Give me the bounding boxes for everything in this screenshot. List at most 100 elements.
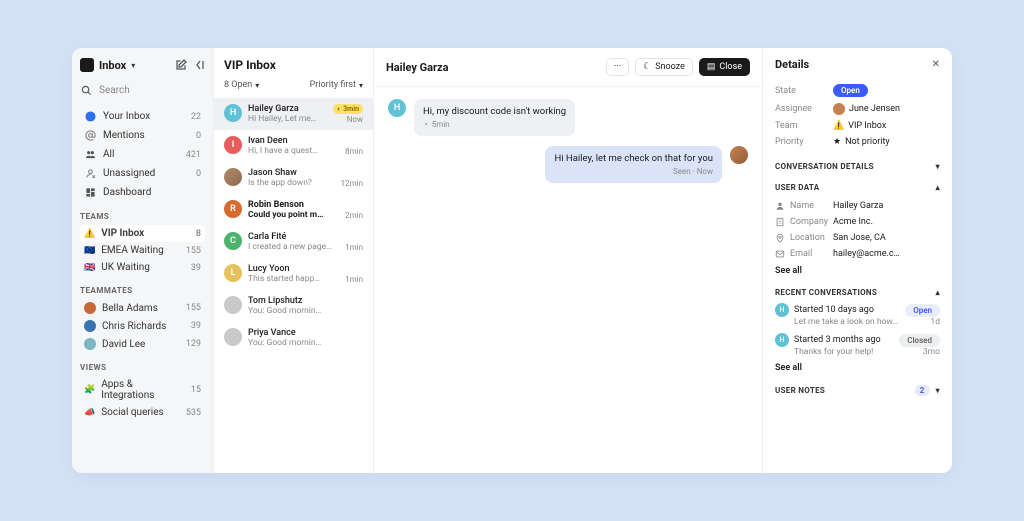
emoji-icon: 🇪🇺 <box>84 246 95 256</box>
conversation-item[interactable]: Priya Vance You: Good mornin… <box>214 322 373 354</box>
priority-value[interactable]: ★Not priority <box>833 137 890 147</box>
chevron-down-icon: ▾ <box>359 81 363 90</box>
sidebar-item[interactable]: 🇬🇧 UK Waiting 39 <box>80 259 205 276</box>
compose-icon[interactable] <box>174 59 187 72</box>
sidebar-item[interactable]: Unassigned 0 <box>80 164 205 183</box>
avatar-icon <box>730 146 748 164</box>
priority-badge: ◐ 3min <box>333 104 363 114</box>
sidebar-views-list: 🧩 Apps & Integrations 15 📣 Social querie… <box>80 376 205 421</box>
sidebar-item[interactable]: Chris Richards 39 <box>80 317 205 335</box>
assignee-value[interactable]: June Jensen <box>833 103 900 115</box>
sidebar-item[interactable]: 🧩 Apps & Integrations 15 <box>80 376 205 404</box>
more-button[interactable]: ··· <box>606 58 629 76</box>
list-title: VIP Inbox <box>214 58 373 80</box>
avatar-icon: H <box>775 333 789 347</box>
team-value[interactable]: ⚠️VIP Inbox <box>833 121 886 131</box>
sidebar-item[interactable]: 📣 Social queries 535 <box>80 404 205 421</box>
message-bubble[interactable]: Hi, my discount code isn't working ◔5min <box>414 99 575 136</box>
dashboard-icon <box>84 186 97 199</box>
message-bubble[interactable]: Hi Hailey, let me check on that for you … <box>545 146 722 183</box>
sidebar-section-teams: TEAMS <box>80 212 205 221</box>
emoji-icon: ⚠️ <box>84 229 95 239</box>
chevron-down-icon: ▾ <box>131 61 135 70</box>
chevron-up-icon: ▴ <box>936 288 940 297</box>
conversation-item[interactable]: L Lucy Yoon This started happ…1min <box>214 258 373 290</box>
state-pill[interactable]: Open <box>833 84 868 97</box>
status-pill: Open <box>905 304 940 317</box>
mail-icon <box>775 249 785 259</box>
people-icon <box>84 148 97 161</box>
conversation-item[interactable]: C Carla Fité I created a new page…1min <box>214 226 373 258</box>
pin-icon <box>775 233 785 243</box>
at-icon <box>84 129 97 142</box>
conversation-main: Hailey Garza ··· ☾Snooze ▤Close H Hi, my… <box>374 48 762 473</box>
app-shell: Inbox ▾ Search Your Inbox 22 Mentions 0 … <box>72 48 952 473</box>
status-pill: Closed <box>899 334 940 347</box>
open-filter[interactable]: 8 Open▾ <box>224 80 259 90</box>
emoji-icon: 🇬🇧 <box>84 263 95 273</box>
section-conversation-details[interactable]: CONVERSATION DETAILS▾ <box>775 162 940 171</box>
sidebar-item[interactable]: Your Inbox 22 <box>80 107 205 126</box>
section-recent[interactable]: RECENT CONVERSATIONS▴ <box>775 288 940 297</box>
avatar-icon <box>224 168 242 186</box>
conversation-item[interactable]: Tom Lipshutz You: Good mornin… <box>214 290 373 322</box>
snooze-button[interactable]: ☾Snooze <box>635 58 693 76</box>
avatar-icon <box>84 320 96 332</box>
sidebar-teammates-list: Bella Adams 155 Chris Richards 39 David … <box>80 299 205 353</box>
chevron-down-icon: ▾ <box>936 162 940 171</box>
avatar-icon: R <box>224 200 242 218</box>
sidebar-item[interactable]: 🇪🇺 EMEA Waiting 155 <box>80 242 205 259</box>
avatar-icon: H <box>388 99 406 117</box>
conversation-item[interactable]: H Hailey Garza◐ 3min Hi Hailey, Let me…N… <box>214 98 373 130</box>
sort-filter[interactable]: Priority first▾ <box>310 80 363 90</box>
avatar-icon <box>84 302 96 314</box>
avatar-icon <box>833 103 845 115</box>
emoji-icon: 🧩 <box>84 385 95 395</box>
search-input[interactable]: Search <box>80 82 205 99</box>
sidebar-title: Inbox <box>99 59 126 72</box>
clock-icon: ◔ <box>423 120 428 129</box>
thread-header: Hailey Garza ··· ☾Snooze ▤Close <box>374 48 762 87</box>
app-logo-icon <box>80 58 94 72</box>
star-icon: ★ <box>833 137 841 147</box>
sidebar-item[interactable]: Dashboard <box>80 183 205 202</box>
user-data-row: Name Hailey Garza <box>775 198 940 214</box>
sidebar-item[interactable]: All 421 <box>80 145 205 164</box>
close-panel-icon[interactable]: ✕ <box>932 59 940 70</box>
section-user-data[interactable]: USER DATA▴ <box>775 183 940 192</box>
message: Hi Hailey, let me check on that for you … <box>545 146 748 183</box>
user-data-row: Company Acme Inc. <box>775 214 940 230</box>
close-button[interactable]: ▤Close <box>699 58 750 76</box>
recent-conversation[interactable]: H Started 3 months ago Closed Thanks for… <box>775 333 940 357</box>
avatar-icon <box>84 338 96 350</box>
warning-icon: ⚠️ <box>833 121 844 131</box>
sidebar-section-teammates: TEAMMATES <box>80 286 205 295</box>
recent-list: H Started 10 days ago Open Let me take a… <box>775 303 940 357</box>
sidebar-teams-list: ⚠️ VIP Inbox 8 🇪🇺 EMEA Waiting 155 🇬🇧 UK… <box>80 225 205 276</box>
thread-messages: H Hi, my discount code isn't working ◔5m… <box>374 87 762 473</box>
details-title: Details <box>775 58 809 71</box>
sidebar-item[interactable]: Mentions 0 <box>80 126 205 145</box>
recent-conversation[interactable]: H Started 10 days ago Open Let me take a… <box>775 303 940 327</box>
see-all-recent[interactable]: See all <box>775 363 940 373</box>
sidebar-item[interactable]: David Lee 129 <box>80 335 205 353</box>
sidebar-header[interactable]: Inbox ▾ <box>80 58 205 72</box>
building-icon <box>775 217 785 227</box>
avatar-icon: H <box>775 303 789 317</box>
conversation-item[interactable]: I Ivan Deen Hi, I have a quest…8min <box>214 130 373 162</box>
see-all-user[interactable]: See all <box>775 266 940 276</box>
conversation-item[interactable]: R Robin Benson Could you point m…2min <box>214 194 373 226</box>
sidebar-item[interactable]: ⚠️ VIP Inbox 8 <box>80 225 205 242</box>
collapse-icon[interactable] <box>192 59 205 72</box>
sidebar-section-views: VIEWS <box>80 363 205 372</box>
user-data-rows: Name Hailey Garza Company Acme Inc. Loca… <box>775 198 940 262</box>
person-icon <box>775 201 785 211</box>
unassigned-icon <box>84 167 97 180</box>
section-user-notes[interactable]: USER NOTES2▾ <box>775 385 940 396</box>
conversation-item[interactable]: Jason Shaw Is the app down?12min <box>214 162 373 194</box>
sidebar: Inbox ▾ Search Your Inbox 22 Mentions 0 … <box>72 48 214 473</box>
conversation-items: H Hailey Garza◐ 3min Hi Hailey, Let me…N… <box>214 98 373 354</box>
message: H Hi, my discount code isn't working ◔5m… <box>388 99 676 136</box>
sidebar-item[interactable]: Bella Adams 155 <box>80 299 205 317</box>
avatar-icon: H <box>224 104 242 122</box>
